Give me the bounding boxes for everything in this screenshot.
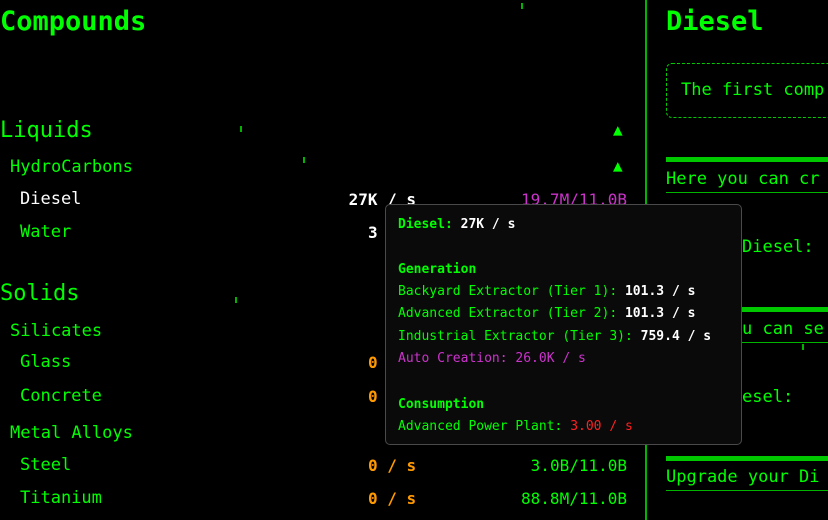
item-name: Concrete [20,386,102,406]
section-bar [666,456,828,461]
generation-row: Advanced Extractor (Tier 2): 101.3 / s [398,306,695,321]
consumption-value: 3.00 / s [570,419,633,434]
diesel-label: Diesel: [742,237,814,257]
item-rate: 0 / s [368,456,417,475]
item-rate: 0 / s [368,489,417,508]
compounds-title: Compounds [0,6,147,37]
description-text: The first comp [681,80,825,100]
item-name: Steel [20,455,72,475]
section-heading-upgrade: Upgrade your Di [666,467,820,487]
consumption-title: Consumption [398,397,485,412]
generation-value: 759.4 / s [640,329,712,344]
generation-row: Backyard Extractor (Tier 1): 101.3 / s [398,284,695,299]
consumption-row: Advanced Power Plant: 3.00 / s [398,419,633,434]
section-bar [666,157,828,162]
rain-mark [240,126,242,132]
item-name: Titanium [20,488,102,508]
item-amount: 88.8M/11.0B [521,489,627,508]
diesel-tooltip: Diesel: 27K / s Generation Backyard Extr… [385,204,742,445]
generation-label: Backyard Extractor (Tier 1): [398,284,618,299]
rain-mark [802,344,804,350]
tooltip-rate: 27K / s [460,217,516,232]
item-rate: 0 [368,353,378,372]
item-name: Glass [20,352,72,372]
item-amount: 3.0B/11.0B [530,456,627,475]
generation-value: 101.3 / s [624,284,696,299]
section-heading-create: Here you can cr [666,169,820,189]
generation-title: Generation [398,262,477,277]
auto-creation-row: Auto Creation: 26.0K / s [398,351,586,366]
subcategory-hydrocarbons[interactable]: HydroCarbons [10,157,133,177]
item-name: Diesel [20,189,82,209]
subcategory-metal-alloys[interactable]: Metal Alloys [10,423,133,443]
generation-row: Industrial Extractor (Tier 3): 759.4 / s [398,329,711,344]
item-rate: 0 [368,387,378,406]
rain-mark [521,3,523,9]
generation-label: Industrial Extractor (Tier 3): [398,329,633,344]
rain-mark [303,157,305,163]
tooltip-header: Diesel: 27K / s [398,217,515,232]
item-name: Water [20,222,72,242]
detail-title: Diesel [666,6,764,37]
rain-mark [235,297,237,303]
consumption-label: Advanced Power Plant: [398,419,563,434]
subcategory-silicates[interactable]: Silicates [10,321,102,341]
item-rate: 3 [368,223,378,242]
category-liquids[interactable]: Liquids [0,118,93,143]
tooltip-name: Diesel: [398,217,453,232]
category-solids[interactable]: Solids [0,281,79,306]
generation-value: 101.3 / s [624,306,696,321]
description-box: The first comp [666,63,828,118]
generation-label: Advanced Extractor (Tier 2): [398,306,618,321]
section-heading-sell: u can se [742,319,824,339]
diesel-sell-label: esel: [742,387,794,407]
section-underline [666,192,828,193]
section-underline [666,490,828,491]
collapse-liquids-arrow-icon[interactable]: ▲ [613,120,623,139]
collapse-hydrocarbons-arrow-icon[interactable]: ▲ [613,156,623,175]
